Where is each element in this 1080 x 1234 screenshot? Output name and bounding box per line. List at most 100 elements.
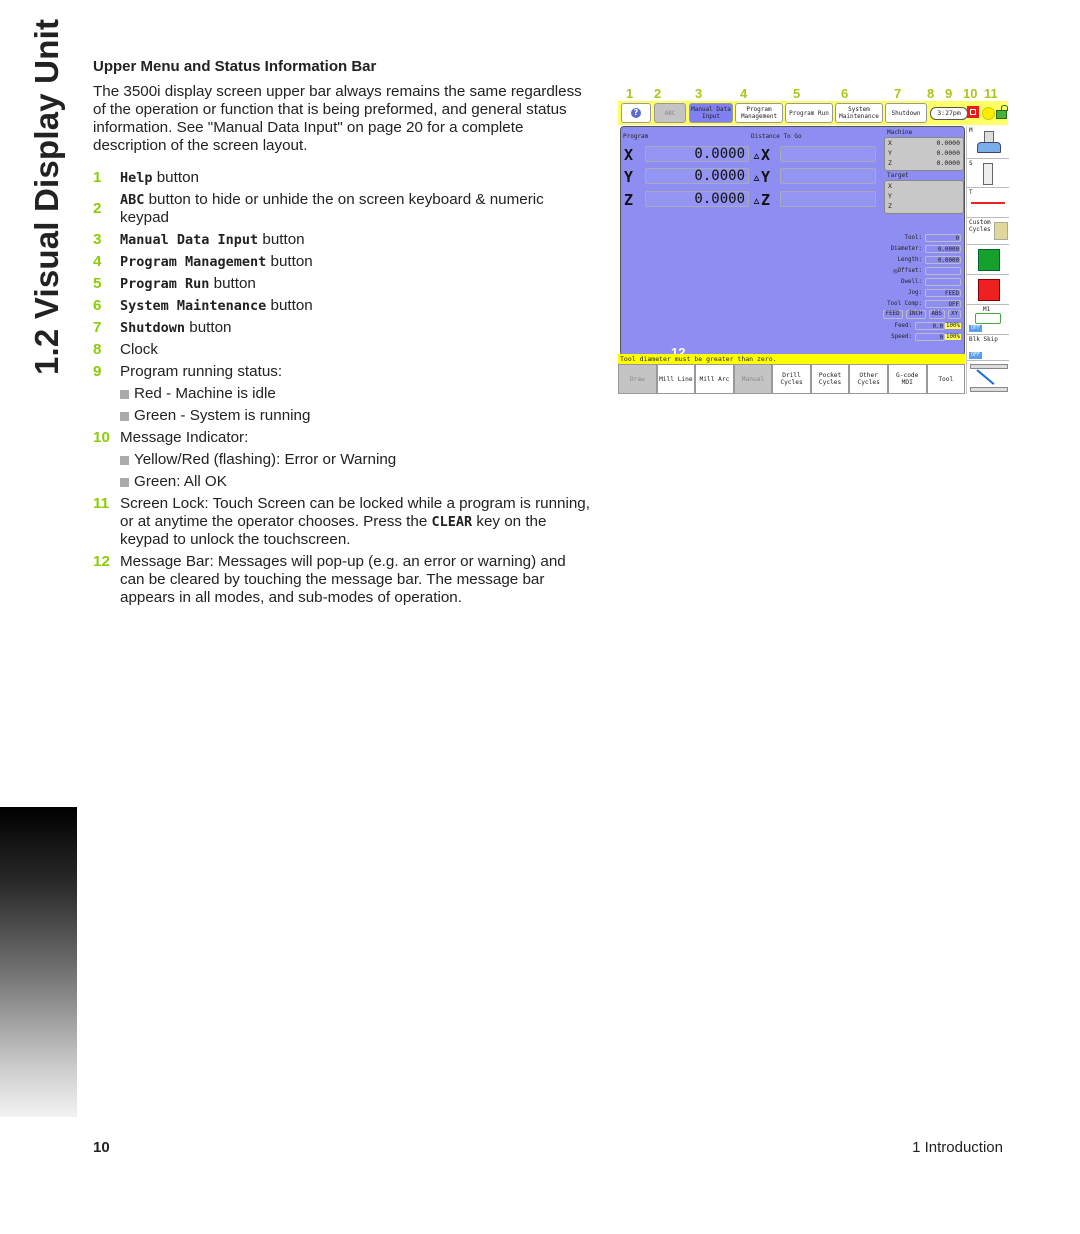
tool-button[interactable]: Tool — [926, 364, 966, 394]
item-text: button — [266, 297, 313, 314]
key-term: System Maintenance — [120, 298, 267, 314]
key-term: Shutdown — [120, 320, 186, 336]
mode-units: INCH — [905, 310, 926, 319]
help-button[interactable]: ? — [621, 103, 651, 123]
program-z-value[interactable]: 0.0000 — [645, 191, 749, 207]
program-running-status-icon — [967, 106, 979, 118]
sub-item: Green: All OK — [120, 473, 593, 491]
drill-cycles-button[interactable]: Drill Cycles — [772, 364, 811, 394]
feed-override[interactable]: 100% — [945, 322, 961, 329]
block-skip-button[interactable]: Blk Skip OFF — [967, 335, 1009, 361]
cycle-start-icon — [978, 249, 1000, 271]
target-row: X — [888, 182, 892, 190]
callout-number: 4 — [740, 86, 748, 101]
s-function-button[interactable]: S — [967, 159, 1009, 188]
jog-field[interactable]: FEED — [925, 288, 961, 297]
program-x-value[interactable]: 0.0000 — [645, 146, 749, 162]
message-indicator-icon[interactable] — [982, 107, 995, 120]
axis: Z — [888, 159, 892, 167]
key-term: Program Management — [120, 254, 267, 270]
speed-override[interactable]: 100% — [945, 333, 961, 340]
length-field[interactable]: 0.0000 — [925, 255, 961, 264]
system-maintenance-button[interactable]: System Maintenance — [835, 103, 883, 123]
label: Dwell: — [901, 278, 922, 285]
feed-field[interactable]: 0.0 — [915, 321, 946, 330]
dtg-axis-label: ▵Z — [752, 191, 771, 209]
stop-button[interactable] — [967, 275, 1009, 305]
abc-button[interactable]: ABC — [654, 103, 686, 123]
manual-button[interactable]: Manual — [733, 364, 773, 394]
m-function-button[interactable]: M — [967, 126, 1009, 159]
callout-number: 3 — [695, 86, 703, 101]
arrow-diagonal-icon — [976, 369, 995, 385]
item-text: button — [266, 253, 313, 270]
sub-item-text: Red - Machine is idle — [134, 385, 276, 402]
tool-comp-row: Tool Comp: OFF — [871, 298, 961, 309]
item-text: button — [185, 319, 232, 336]
screen-figure: ? ABC Manual Data Input Program Manageme… — [618, 101, 1009, 394]
other-cycles-button[interactable]: Other Cycles — [849, 364, 888, 394]
bullet-square-icon — [120, 455, 129, 465]
t-function-button[interactable]: T — [967, 188, 1009, 218]
shutdown-button[interactable]: Shutdown — [885, 103, 927, 123]
axis: X — [888, 139, 892, 147]
offset-field[interactable] — [925, 266, 961, 275]
diameter-field[interactable]: 0.0000 — [925, 244, 961, 253]
speed-field[interactable]: 0 — [915, 332, 946, 341]
mill-line-button[interactable]: Mill Line — [656, 364, 696, 394]
machine-position-box: X 0.0000 Y 0.0000 Z 0.0000 — [884, 137, 964, 171]
s-label: S — [969, 160, 973, 167]
chapter-footer: 1 Introduction — [912, 1139, 1003, 1156]
program-run-button[interactable]: Program Run — [785, 103, 833, 123]
callout-number: 1 — [626, 86, 634, 101]
sub-item-text: Yellow/Red (flashing): Error or Warning — [134, 451, 397, 468]
item-number: 8 — [93, 341, 102, 358]
text-column: Upper Menu and Status Information Bar Th… — [93, 58, 593, 611]
dtg-axis-label: ▵X — [752, 146, 771, 164]
dtg-axis-label: ▵Y — [752, 168, 771, 186]
callout-number: 6 — [841, 86, 849, 101]
t-label: T — [969, 189, 973, 196]
custom-cycles-button[interactable]: Custom Cycles — [967, 218, 1009, 245]
manual-data-input-button[interactable]: Manual Data Input — [689, 103, 733, 123]
axis-label: X — [624, 146, 634, 164]
length-row: Length: 0.0000 — [871, 254, 961, 265]
mill-arc-button[interactable]: Mill Arc — [695, 364, 734, 394]
key-term: Help — [120, 170, 153, 186]
gcode-mdi-button[interactable]: G-code MDI — [887, 364, 927, 394]
draw-button[interactable]: Draw — [618, 364, 657, 394]
intro-paragraph: The 3500i display screen upper bar alway… — [93, 83, 582, 154]
item-number: 12 — [93, 553, 110, 570]
callout-number: 5 — [793, 86, 801, 101]
target-label: Target — [887, 172, 909, 179]
m-label: M — [969, 127, 973, 134]
target-row: Y — [888, 192, 892, 200]
help-icon: ? — [631, 108, 641, 118]
callout-number: 2 — [654, 86, 662, 101]
program-management-button[interactable]: Program Management — [735, 103, 783, 123]
cycle-start-button[interactable] — [967, 245, 1009, 275]
tool-comp-field[interactable]: OFF — [925, 299, 961, 308]
tool-field[interactable]: 0 — [925, 233, 961, 242]
dwell-field[interactable] — [925, 277, 961, 286]
blk-skip-state-badge: OFF — [969, 352, 983, 359]
diameter-row: Diameter: 0.0000 — [871, 243, 961, 254]
m1-optional-stop-button[interactable]: M1 OFF — [967, 305, 1009, 335]
callout-number: 9 — [945, 86, 953, 101]
program-y-value[interactable]: 0.0000 — [645, 168, 749, 184]
message-bar[interactable]: Tool diameter must be greater than zero. — [618, 354, 965, 364]
dtg-z-value — [780, 191, 876, 207]
callout-number: 11 — [984, 86, 998, 101]
machine-label: Machine — [887, 129, 913, 136]
list-item: 6 System Maintenance button — [93, 297, 593, 315]
bullet-square-icon — [120, 411, 129, 421]
screen-lock-icon[interactable] — [996, 105, 1008, 119]
list-item: 1 Help button — [93, 169, 593, 187]
stop-icon — [978, 279, 1000, 301]
custom-cycles-icon — [994, 222, 1008, 240]
keyboard-toggle-button[interactable] — [967, 361, 1009, 394]
pocket-cycles-button[interactable]: Pocket Cycles — [810, 364, 850, 394]
list-item: 8 Clock — [93, 341, 593, 359]
mode-abs: ABS — [928, 310, 946, 319]
list-item: 3 Manual Data Input button — [93, 231, 593, 249]
